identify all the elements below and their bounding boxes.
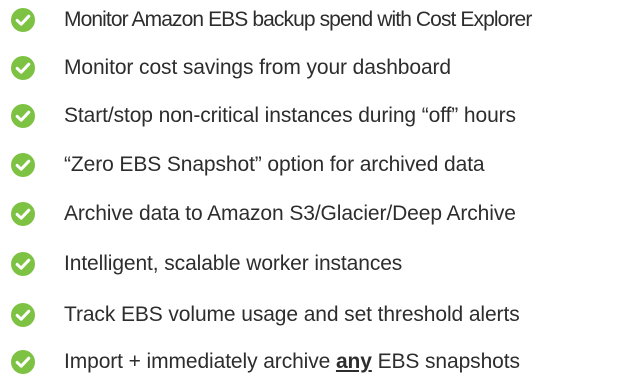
check-circle-icon <box>11 56 35 80</box>
check-circle-icon <box>11 252 35 276</box>
feature-label: Monitor cost savings from your dashboard <box>64 56 452 79</box>
feature-label: Intelligent, scalable worker instances <box>64 252 403 275</box>
feature-item: Start/stop non-critical instances during… <box>0 96 626 136</box>
feature-label: “Zero EBS Snapshot” option for archived … <box>64 153 485 176</box>
feature-label-start: Import + immediately archive <box>64 350 336 373</box>
feature-item: Monitor Amazon EBS backup spend with Cos… <box>0 0 626 40</box>
check-circle-icon <box>11 8 35 32</box>
feature-label: Import + immediately archive any EBS sna… <box>64 350 520 374</box>
feature-label: Track EBS volume usage and set threshold… <box>64 303 520 326</box>
feature-item: Track EBS volume usage and set threshold… <box>0 295 626 335</box>
feature-label: Start/stop non-critical instances during… <box>64 104 516 127</box>
check-circle-icon <box>11 303 35 327</box>
check-circle-icon <box>11 350 35 374</box>
feature-label-end: EBS snapshots <box>371 350 520 373</box>
feature-label: Monitor Amazon EBS backup spend with Cos… <box>64 8 532 31</box>
check-circle-icon <box>11 104 35 128</box>
check-circle-icon <box>11 202 35 226</box>
feature-item: Import + immediately archive any EBS sna… <box>0 342 626 382</box>
feature-item: Archive data to Amazon S3/Glacier/Deep A… <box>0 194 626 234</box>
check-circle-icon <box>11 153 35 177</box>
feature-item: Intelligent, scalable worker instances <box>0 244 626 284</box>
feature-item: “Zero EBS Snapshot” option for archived … <box>0 145 626 185</box>
feature-label: Archive data to Amazon S3/Glacier/Deep A… <box>64 202 516 225</box>
feature-label-emphasis: any <box>335 350 372 373</box>
feature-item: Monitor cost savings from your dashboard <box>0 48 626 88</box>
